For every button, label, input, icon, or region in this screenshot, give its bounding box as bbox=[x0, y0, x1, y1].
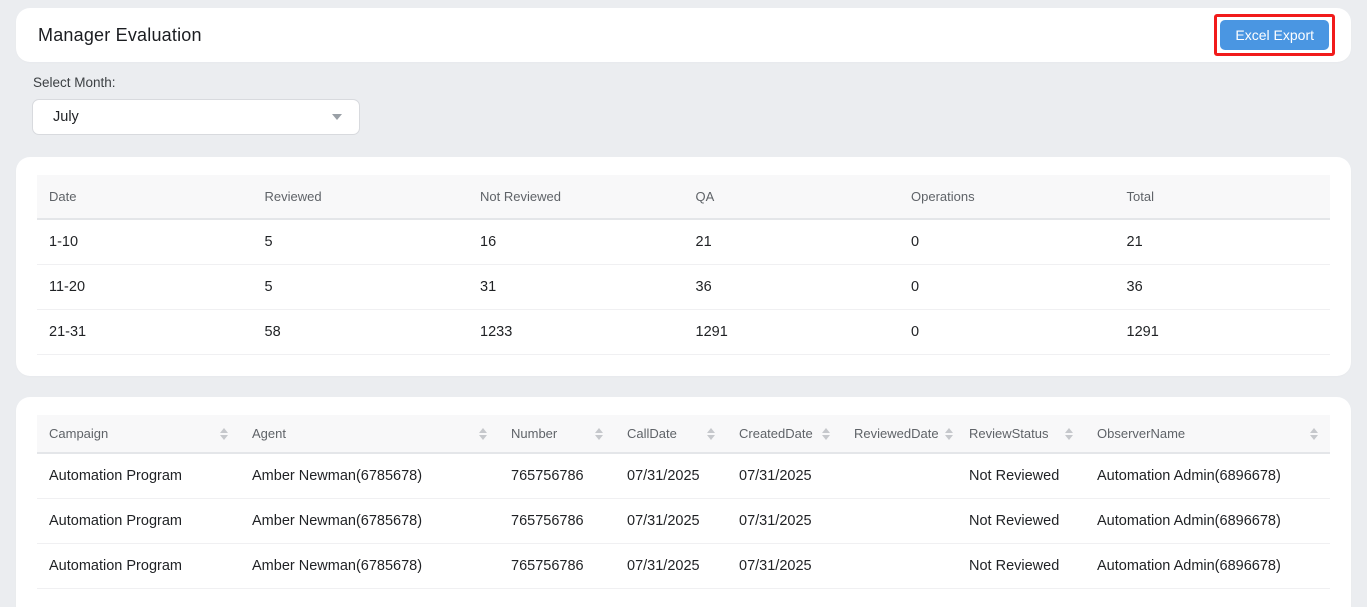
detail-cell-createddate: 07/31/2025 bbox=[727, 453, 842, 499]
summary-cell: 21-31 bbox=[37, 310, 253, 355]
month-select-dropdown[interactable]: July bbox=[32, 99, 360, 135]
annotation-highlight-box: Excel Export bbox=[1214, 14, 1335, 56]
summary-row: 11-20 5 31 36 0 36 bbox=[37, 265, 1330, 310]
sort-icon[interactable] bbox=[214, 428, 228, 440]
column-label: Number bbox=[511, 426, 557, 441]
summary-cell: 36 bbox=[1115, 265, 1331, 310]
detail-col-revieweddate[interactable]: ReviewedDate bbox=[842, 415, 957, 453]
detail-cell-reviewstatus: Not Reviewed bbox=[957, 453, 1085, 499]
summary-cell: 31 bbox=[468, 265, 684, 310]
detail-col-observername[interactable]: ObserverName bbox=[1085, 415, 1330, 453]
detail-cell-createddate: 07/31/2025 bbox=[727, 499, 842, 544]
summary-header-row: Date Reviewed Not Reviewed QA Operations… bbox=[37, 175, 1330, 219]
summary-table-card: Date Reviewed Not Reviewed QA Operations… bbox=[16, 157, 1351, 376]
summary-cell: 5 bbox=[253, 265, 469, 310]
sort-icon[interactable] bbox=[1059, 428, 1073, 440]
summary-cell: 0 bbox=[899, 265, 1115, 310]
detail-table: Campaign Agent Number CallDate CreatedDa… bbox=[37, 415, 1330, 589]
summary-cell: 1-10 bbox=[37, 219, 253, 265]
sort-icon[interactable] bbox=[1304, 428, 1318, 440]
detail-cell-reviewstatus: Not Reviewed bbox=[957, 544, 1085, 589]
detail-cell-campaign: Automation Program bbox=[37, 453, 240, 499]
detail-row: Automation Program Amber Newman(6785678)… bbox=[37, 544, 1330, 589]
header-card: Manager Evaluation Excel Export bbox=[16, 8, 1351, 62]
sort-icon[interactable] bbox=[473, 428, 487, 440]
detail-cell-number: 765756786 bbox=[499, 544, 615, 589]
summary-col-operations: Operations bbox=[899, 175, 1115, 219]
detail-col-number[interactable]: Number bbox=[499, 415, 615, 453]
summary-row: 21-31 58 1233 1291 0 1291 bbox=[37, 310, 1330, 355]
summary-col-not-reviewed: Not Reviewed bbox=[468, 175, 684, 219]
summary-cell: 1233 bbox=[468, 310, 684, 355]
detail-cell-observername: Automation Admin(6896678) bbox=[1085, 544, 1330, 589]
column-label: CallDate bbox=[627, 426, 677, 441]
detail-cell-agent: Amber Newman(6785678) bbox=[240, 499, 499, 544]
detail-col-calldate[interactable]: CallDate bbox=[615, 415, 727, 453]
summary-cell: 5 bbox=[253, 219, 469, 265]
select-month-label: Select Month: bbox=[33, 75, 1367, 90]
detail-cell-agent: Amber Newman(6785678) bbox=[240, 453, 499, 499]
detail-col-reviewstatus[interactable]: ReviewStatus bbox=[957, 415, 1085, 453]
page-title: Manager Evaluation bbox=[38, 25, 202, 46]
detail-col-agent[interactable]: Agent bbox=[240, 415, 499, 453]
column-label: ObserverName bbox=[1097, 426, 1185, 441]
summary-cell: 21 bbox=[684, 219, 900, 265]
detail-cell-agent: Amber Newman(6785678) bbox=[240, 544, 499, 589]
summary-col-total: Total bbox=[1115, 175, 1331, 219]
detail-cell-campaign: Automation Program bbox=[37, 544, 240, 589]
sort-icon[interactable] bbox=[701, 428, 715, 440]
column-label: CreatedDate bbox=[739, 426, 813, 441]
detail-row: Automation Program Amber Newman(6785678)… bbox=[37, 499, 1330, 544]
sort-icon[interactable] bbox=[816, 428, 830, 440]
summary-col-qa: QA bbox=[684, 175, 900, 219]
detail-col-createddate[interactable]: CreatedDate bbox=[727, 415, 842, 453]
summary-row: 1-10 5 16 21 0 21 bbox=[37, 219, 1330, 265]
detail-cell-revieweddate bbox=[842, 499, 957, 544]
summary-cell: 36 bbox=[684, 265, 900, 310]
column-label: Campaign bbox=[49, 426, 108, 441]
summary-col-date: Date bbox=[37, 175, 253, 219]
detail-cell-calldate: 07/31/2025 bbox=[615, 453, 727, 499]
sort-icon[interactable] bbox=[939, 428, 953, 440]
month-select-value: July bbox=[53, 109, 79, 125]
summary-cell: 0 bbox=[899, 310, 1115, 355]
summary-cell: 11-20 bbox=[37, 265, 253, 310]
detail-cell-number: 765756786 bbox=[499, 453, 615, 499]
detail-cell-campaign: Automation Program bbox=[37, 499, 240, 544]
detail-header-row: Campaign Agent Number CallDate CreatedDa… bbox=[37, 415, 1330, 453]
detail-table-card: Campaign Agent Number CallDate CreatedDa… bbox=[16, 397, 1351, 607]
detail-cell-createddate: 07/31/2025 bbox=[727, 544, 842, 589]
detail-cell-observername: Automation Admin(6896678) bbox=[1085, 499, 1330, 544]
summary-cell: 21 bbox=[1115, 219, 1331, 265]
detail-col-campaign[interactable]: Campaign bbox=[37, 415, 240, 453]
column-label: ReviewStatus bbox=[969, 426, 1048, 441]
sort-icon[interactable] bbox=[589, 428, 603, 440]
summary-cell: 1291 bbox=[1115, 310, 1331, 355]
detail-cell-reviewstatus: Not Reviewed bbox=[957, 499, 1085, 544]
column-label: Agent bbox=[252, 426, 286, 441]
detail-cell-revieweddate bbox=[842, 544, 957, 589]
excel-export-button[interactable]: Excel Export bbox=[1220, 20, 1329, 50]
detail-cell-observername: Automation Admin(6896678) bbox=[1085, 453, 1330, 499]
detail-row: Automation Program Amber Newman(6785678)… bbox=[37, 453, 1330, 499]
summary-cell: 1291 bbox=[684, 310, 900, 355]
summary-cell: 0 bbox=[899, 219, 1115, 265]
chevron-down-icon bbox=[332, 114, 342, 120]
summary-table: Date Reviewed Not Reviewed QA Operations… bbox=[37, 175, 1330, 355]
summary-col-reviewed: Reviewed bbox=[253, 175, 469, 219]
detail-cell-calldate: 07/31/2025 bbox=[615, 499, 727, 544]
detail-cell-number: 765756786 bbox=[499, 499, 615, 544]
column-label: ReviewedDate bbox=[854, 426, 939, 441]
detail-cell-revieweddate bbox=[842, 453, 957, 499]
summary-cell: 58 bbox=[253, 310, 469, 355]
summary-cell: 16 bbox=[468, 219, 684, 265]
detail-cell-calldate: 07/31/2025 bbox=[615, 544, 727, 589]
